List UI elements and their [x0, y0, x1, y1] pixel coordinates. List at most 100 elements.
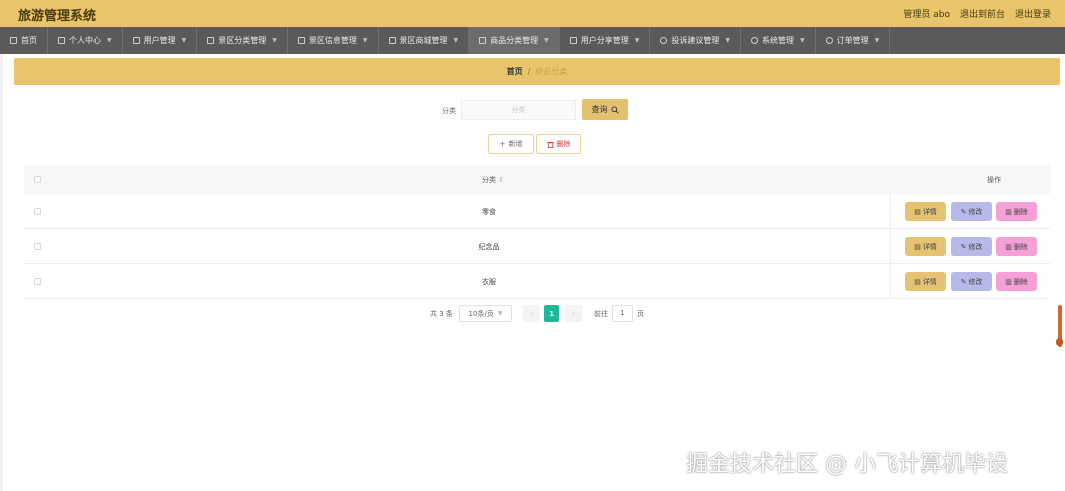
- delete-button[interactable]: ▥ 删除: [996, 202, 1037, 221]
- page-number-current[interactable]: 1: [544, 305, 559, 322]
- operations-cell: ▤ 详情 ✎ 修改 ▥ 删除: [890, 229, 1050, 264]
- search-input[interactable]: 分类: [461, 100, 576, 120]
- chevron-down-icon: ▼: [725, 37, 730, 44]
- bulk-delete-button[interactable]: 删除: [536, 134, 581, 154]
- nav-item-profile[interactable]: 个人中心 ▼: [48, 27, 123, 54]
- edit-button[interactable]: ✎ 修改: [951, 202, 992, 221]
- nav-item-scenic-category[interactable]: 景区分类管理 ▼: [197, 27, 288, 54]
- pagination: 共 3 条 10条/页 ▼ ‹ 1 › 前往 1 页: [0, 305, 1065, 322]
- pencil-icon: ✎: [960, 207, 967, 216]
- nav-item-orders[interactable]: 订单管理 ▼: [816, 27, 891, 54]
- clock-icon: [660, 37, 668, 44]
- plus-icon: +: [499, 140, 506, 148]
- clock-icon: [751, 37, 758, 44]
- nav-label: 商品分类管理: [490, 36, 539, 45]
- logout-link[interactable]: 退出登录: [1015, 7, 1051, 20]
- search-button-label: 查询: [591, 105, 608, 114]
- admin-label: 管理员 abo: [903, 10, 950, 20]
- chevron-down-icon: ▼: [362, 37, 368, 44]
- nav-label: 景区分类管理: [218, 36, 267, 45]
- document-icon: ▤: [914, 277, 921, 286]
- chevron-down-icon: ▼: [453, 37, 459, 44]
- nav-label: 首页: [21, 36, 37, 45]
- add-button-label: 新增: [508, 140, 523, 148]
- breadcrumb-current: 商品分类: [535, 67, 568, 76]
- pencil-icon: ✎: [960, 242, 967, 251]
- trash-icon: ▥: [1005, 242, 1012, 251]
- home-icon: [10, 37, 17, 44]
- row-checkbox[interactable]: [34, 208, 41, 215]
- chevron-left-icon: ‹: [530, 309, 533, 318]
- watermark: 掘金技术社区 @ 小飞计算机毕设: [686, 452, 1008, 477]
- column-header-category[interactable]: 分类 ⇕: [482, 175, 504, 185]
- nav-label: 订单管理: [836, 36, 869, 45]
- list-icon: [132, 37, 140, 44]
- row-checkbox[interactable]: [34, 278, 41, 285]
- operations-cell: ▤ 详情 ✎ 修改 ▥ 删除: [890, 194, 1050, 229]
- detail-button[interactable]: ▤ 详情: [905, 237, 946, 256]
- nav-item-system[interactable]: 系统管理 ▼: [741, 27, 816, 54]
- chevron-down-icon: ▼: [497, 310, 503, 317]
- nav-label: 景区商城管理: [399, 36, 448, 45]
- trash-icon: ▥: [1005, 277, 1012, 286]
- detail-button[interactable]: ▤ 详情: [905, 202, 946, 221]
- prev-page-button[interactable]: ‹: [523, 305, 540, 322]
- chevron-down-icon: ▼: [634, 37, 640, 44]
- search-button[interactable]: 查询: [582, 99, 628, 120]
- sort-icon: ⇕: [498, 176, 505, 184]
- table-row: 零食 ▤ 详情 ✎ 修改 ▥ 删除: [24, 194, 1050, 229]
- nav-label: 系统管理: [762, 36, 794, 45]
- nav-item-scenic-info[interactable]: 景区信息管理 ▼: [288, 27, 379, 54]
- table-header: 分类 ⇕ 操作: [24, 165, 1050, 194]
- row-checkbox[interactable]: [34, 243, 41, 250]
- table-row: 纪念品 ▤ 详情 ✎ 修改 ▥ 删除: [24, 229, 1050, 264]
- page-size-select[interactable]: 10条/页 ▼: [459, 305, 512, 322]
- user-icon: [58, 37, 65, 44]
- frontend-link[interactable]: 退出到前台: [960, 7, 1005, 20]
- chevron-down-icon: ▼: [181, 37, 187, 44]
- nav-item-goods-category[interactable]: 商品分类管理 ▼: [469, 27, 560, 54]
- nav-item-complaints[interactable]: 投诉建议管理 ▼: [650, 27, 741, 54]
- top-header: 旅游管理系统 管理员 abo 退出到前台 退出登录: [0, 0, 1065, 27]
- document-icon: ▤: [914, 207, 921, 216]
- document-icon: ▤: [914, 242, 921, 251]
- chevron-down-icon: ▼: [107, 37, 112, 44]
- trash-icon: [547, 141, 553, 148]
- nav-item-user-share[interactable]: 用户分享管理 ▼: [560, 27, 651, 54]
- delete-button[interactable]: ▥ 删除: [996, 272, 1037, 291]
- building-icon: [297, 37, 305, 44]
- edit-button[interactable]: ✎ 修改: [951, 237, 992, 256]
- clock-icon: [825, 37, 833, 44]
- select-all-checkbox[interactable]: [34, 176, 41, 183]
- top-right-links: 管理员 abo 退出到前台 退出登录: [903, 7, 1051, 20]
- detail-button[interactable]: ▤ 详情: [905, 272, 946, 291]
- nav-item-users[interactable]: 用户管理 ▼: [123, 27, 198, 54]
- trash-icon: ▥: [1005, 207, 1012, 216]
- category-cell: 衣服: [482, 278, 496, 286]
- nav-label: 投诉建议管理: [671, 36, 720, 45]
- goto-label: 前往: [594, 310, 608, 318]
- delete-button[interactable]: ▥ 删除: [996, 237, 1037, 256]
- chevron-right-icon: ›: [572, 309, 575, 318]
- search-row: 分类 分类 查询: [0, 99, 1065, 121]
- add-button[interactable]: + 新增: [488, 134, 534, 154]
- column-header-operations: 操作: [987, 176, 1001, 184]
- page-suffix: 页: [637, 310, 644, 318]
- trash-icon: [479, 37, 487, 44]
- chevron-down-icon: ▼: [544, 37, 549, 44]
- nav-item-scenic-mall[interactable]: 景区商城管理 ▼: [379, 27, 470, 54]
- goto-page-input[interactable]: 1: [612, 305, 633, 322]
- nav-item-home[interactable]: 首页: [0, 27, 48, 54]
- main-nav: 首页 个人中心 ▼ 用户管理 ▼ 景区分类管理 ▼ 景区信息管理 ▼ 景区商城管…: [0, 27, 1065, 54]
- location-icon: [388, 37, 396, 44]
- breadcrumb: 首页 / 商品分类: [14, 58, 1060, 85]
- breadcrumb-home[interactable]: 首页: [507, 66, 523, 77]
- chevron-down-icon: ▼: [874, 37, 880, 44]
- scrollbar-thumb[interactable]: [1056, 338, 1063, 346]
- next-page-button[interactable]: ›: [565, 305, 582, 322]
- breadcrumb-separator: /: [527, 67, 531, 76]
- edit-button[interactable]: ✎ 修改: [951, 272, 992, 291]
- nav-label: 个人中心: [69, 36, 101, 45]
- pencil-icon: ✎: [960, 277, 967, 286]
- table-row: 衣服 ▤ 详情 ✎ 修改 ▥ 删除: [24, 264, 1050, 299]
